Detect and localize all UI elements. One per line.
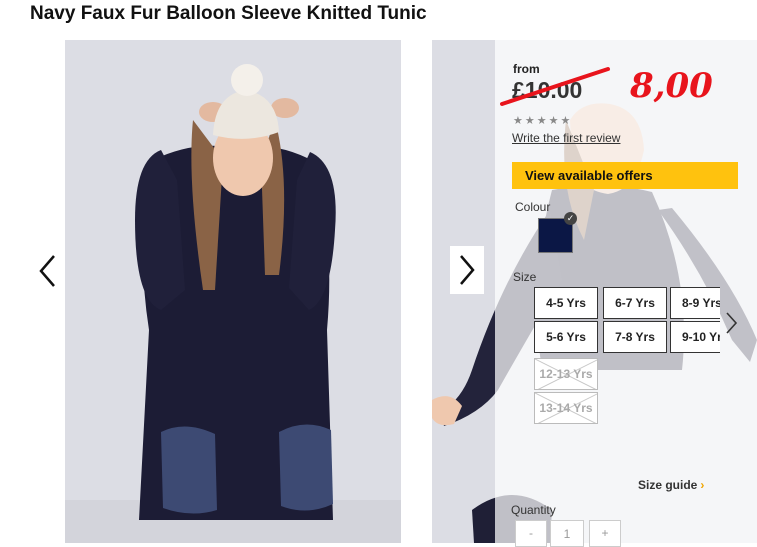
size-option-8-9[interactable]: 8-9 Yrs xyxy=(670,287,720,319)
view-offers-button[interactable]: View available offers xyxy=(512,162,738,189)
size-guide-link[interactable]: Size guide › xyxy=(638,478,704,492)
quantity-decrease-button[interactable]: - xyxy=(515,520,547,547)
rating-stars-icon: ★★★★★ xyxy=(513,115,573,127)
size-option-9-10[interactable]: 9-10 Yrs xyxy=(670,321,720,353)
chevron-right-icon: › xyxy=(700,478,705,492)
size-option-6-7[interactable]: 6-7 Yrs xyxy=(603,287,667,319)
size-option-13-14-unavailable: 13-14 Yrs xyxy=(534,392,598,424)
size-option-12-13-unavailable: 12-13 Yrs xyxy=(534,358,598,390)
size-guide-label: Size guide xyxy=(638,478,698,492)
new-price-annotation: 8,00 xyxy=(630,66,713,106)
chevron-right-icon xyxy=(726,312,738,334)
product-main-image xyxy=(65,40,401,543)
size-option-7-8[interactable]: 7-8 Yrs xyxy=(603,321,667,353)
price-strikethrough xyxy=(500,67,610,106)
chevron-left-icon xyxy=(39,255,55,287)
size-option-4-5[interactable]: 4-5 Yrs xyxy=(534,287,598,319)
colour-label: Colour xyxy=(515,200,551,214)
gallery-next-button[interactable] xyxy=(450,246,484,294)
check-icon: ✓ xyxy=(564,212,577,225)
size-option-5-6[interactable]: 5-6 Yrs xyxy=(534,321,598,353)
product-title: Navy Faux Fur Balloon Sleeve Knitted Tun… xyxy=(30,3,427,24)
quantity-label: Quantity xyxy=(511,503,556,517)
size-option-label: 12-13 Yrs xyxy=(539,367,593,381)
quantity-increase-button[interactable]: + xyxy=(589,520,621,547)
size-label: Size xyxy=(513,270,537,284)
quantity-input[interactable] xyxy=(550,520,584,547)
gallery-prev-button[interactable] xyxy=(36,253,60,289)
sizes-scroll-next-button[interactable] xyxy=(722,310,740,336)
chevron-right-icon xyxy=(460,255,475,285)
size-option-label: 13-14 Yrs xyxy=(539,401,593,415)
write-review-link[interactable]: Write the first review xyxy=(512,131,620,145)
